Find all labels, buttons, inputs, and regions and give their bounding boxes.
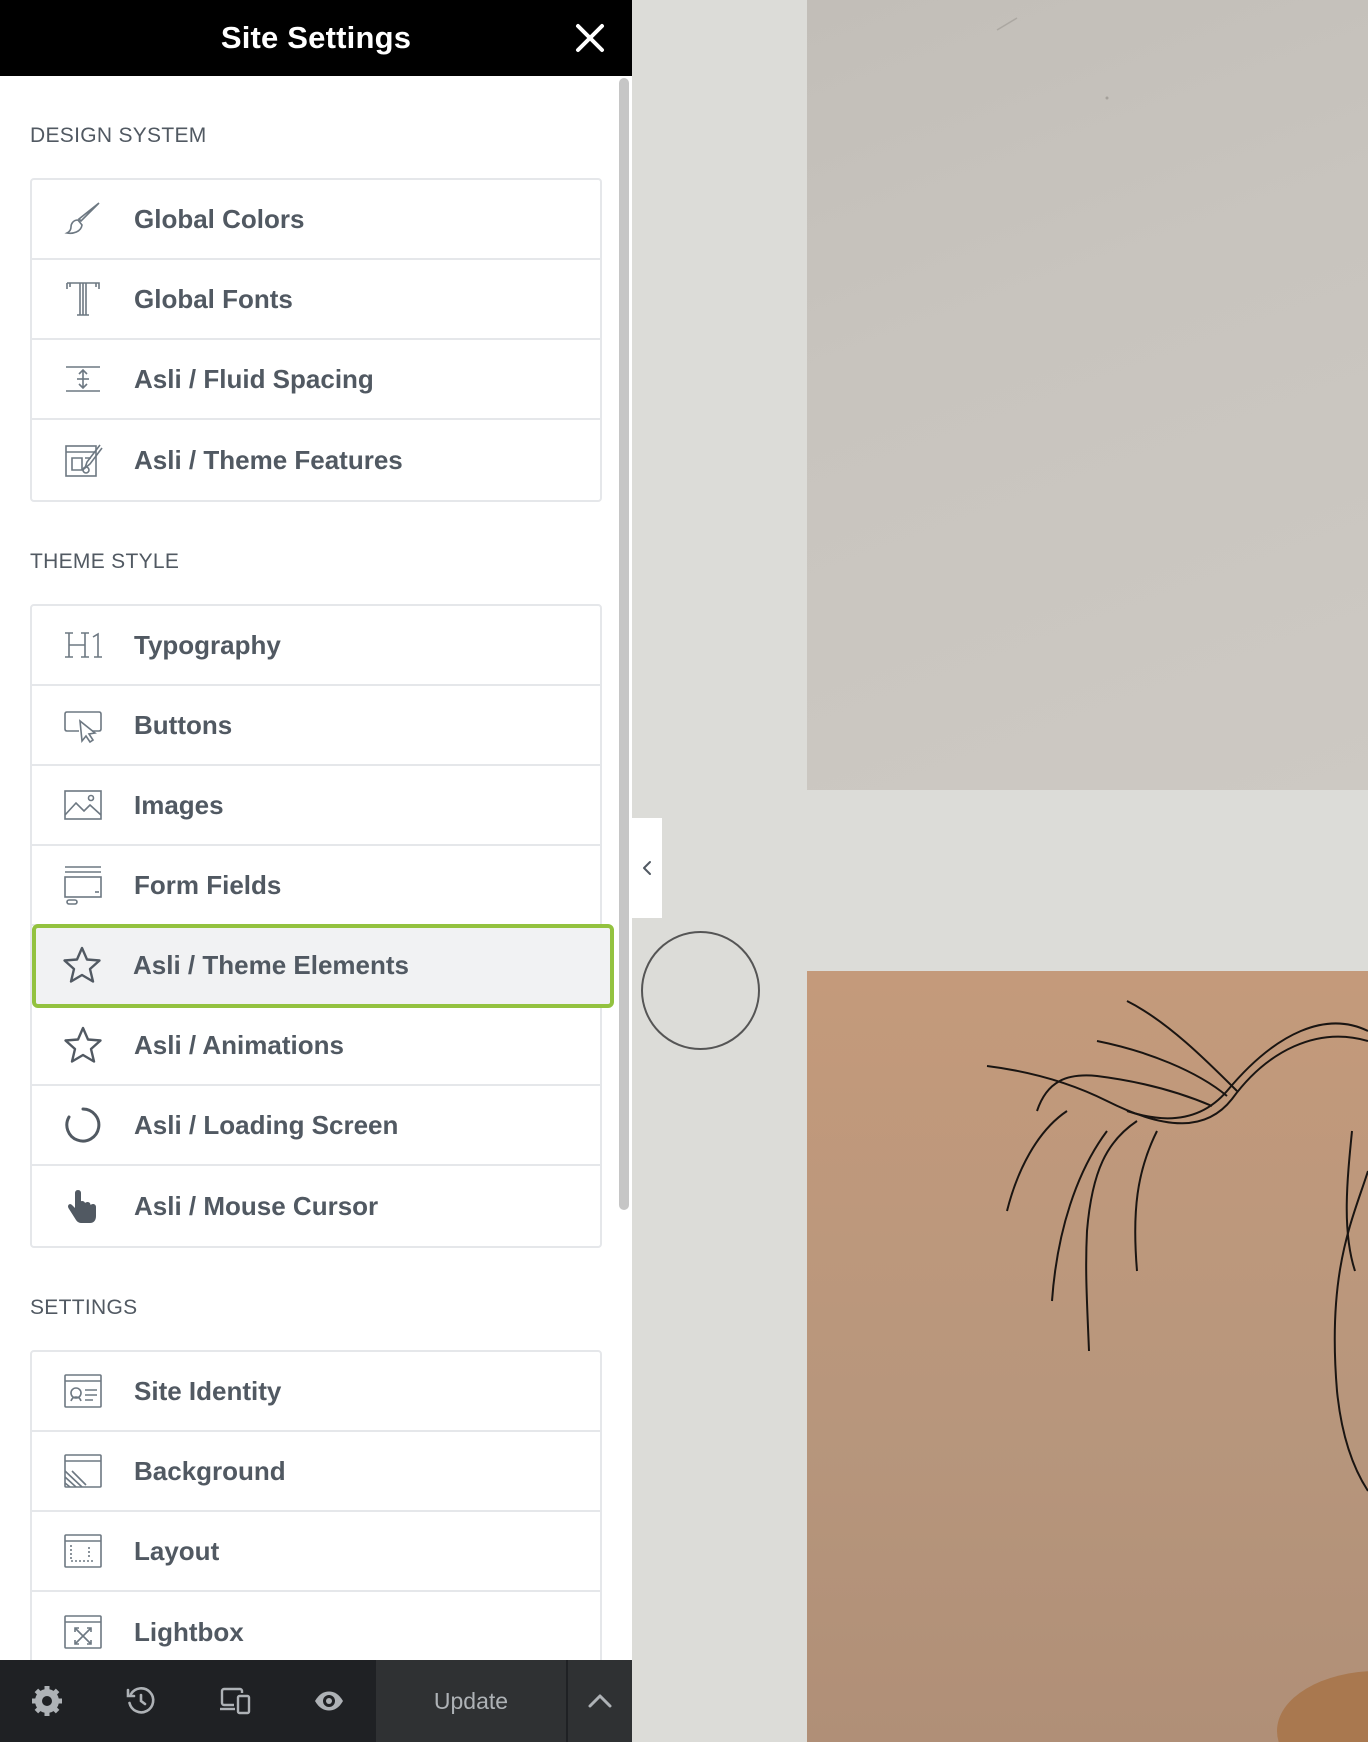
menu-item-label: Images [134, 789, 224, 820]
panel-title: Site Settings [220, 20, 412, 55]
loading-icon [62, 1104, 104, 1146]
menu-item-label: Asli / Fluid Spacing [134, 363, 374, 394]
save-options-button[interactable] [568, 1660, 632, 1742]
menu-item-label: Layout [134, 1535, 220, 1566]
menu-item-label: Site Identity [134, 1375, 282, 1406]
gear-icon [32, 1686, 62, 1716]
menu-item-label: Global Fonts [134, 283, 293, 314]
menu-item-label: Asli / Loading Screen [134, 1109, 399, 1140]
preview-image-portrait [807, 971, 1368, 1742]
scrollbar-thumb[interactable] [619, 78, 629, 1210]
background-icon [62, 1450, 104, 1492]
history-icon [126, 1687, 155, 1714]
theme-style-group: Typography Buttons Images Form Fields As… [30, 604, 614, 1248]
panel-footer: Update [0, 1660, 632, 1742]
menu-item-loading-screen[interactable]: Asli / Loading Screen [32, 1086, 600, 1166]
menu-item-images[interactable]: Images [32, 766, 600, 846]
menu-item-label: Buttons [134, 709, 233, 740]
preview-image-wall [807, 0, 1368, 790]
menu-item-theme-elements[interactable]: Asli / Theme Elements [32, 924, 614, 1008]
update-button[interactable]: Update [376, 1660, 566, 1742]
lightbox-icon [62, 1611, 104, 1653]
menu-item-form-fields[interactable]: Form Fields [32, 846, 600, 926]
button-cursor-icon [62, 704, 104, 746]
section-title-settings: SETTINGS [30, 1296, 138, 1319]
paintbrush-icon [62, 198, 104, 240]
custom-cursor-circle [641, 931, 760, 1050]
design-system-group: Global Colors Global Fonts Asli / Fluid … [30, 178, 602, 502]
settings-group: Site Identity Background Layout Lightbox [30, 1350, 602, 1660]
chevron-left-icon [643, 861, 651, 875]
form-fields-icon [62, 864, 104, 906]
chevron-up-icon [588, 1694, 612, 1708]
menu-item-label: Asli / Animations [134, 1029, 344, 1060]
star-icon [61, 944, 103, 986]
spacing-icon [62, 358, 104, 400]
page-preview [632, 0, 1368, 1742]
responsive-mode-button[interactable] [188, 1660, 282, 1742]
close-icon [576, 24, 604, 52]
history-button[interactable] [94, 1660, 188, 1742]
menu-item-label: Form Fields [134, 869, 282, 900]
image-icon [62, 784, 104, 826]
star-icon [62, 1024, 104, 1066]
menu-item-typography[interactable]: Typography [32, 606, 600, 686]
menu-item-label: Lightbox [134, 1616, 244, 1647]
section-title-design-system: DESIGN SYSTEM [30, 124, 207, 147]
h1-icon [62, 624, 104, 666]
menu-item-label: Background [134, 1455, 286, 1486]
collapse-panel-toggle[interactable] [632, 818, 662, 918]
site-settings-panel: Site Settings DESIGN SYSTEM Global Color… [0, 0, 632, 1742]
menu-item-label: Typography [134, 629, 281, 660]
typeface-icon [62, 278, 104, 320]
site-identity-icon [62, 1370, 104, 1412]
menu-item-global-fonts[interactable]: Global Fonts [32, 260, 600, 340]
menu-item-lightbox[interactable]: Lightbox [32, 1592, 600, 1660]
menu-item-layout[interactable]: Layout [32, 1512, 600, 1592]
theme-features-icon [62, 439, 104, 481]
responsive-icon [220, 1687, 251, 1715]
menu-item-label: Asli / Theme Features [134, 444, 403, 475]
panel-header: Site Settings [0, 0, 632, 76]
menu-item-animations[interactable]: Asli / Animations [32, 1006, 600, 1086]
menu-item-mouse-cursor[interactable]: Asli / Mouse Cursor [32, 1166, 600, 1246]
panel-body: DESIGN SYSTEM Global Colors Global Fonts… [0, 76, 632, 1660]
menu-item-theme-features[interactable]: Asli / Theme Features [32, 420, 600, 500]
preview-button[interactable] [282, 1660, 376, 1742]
section-title-theme-style: THEME STYLE [30, 550, 180, 573]
settings-button[interactable] [0, 1660, 94, 1742]
menu-item-label: Global Colors [134, 203, 305, 234]
pointer-hand-icon [62, 1185, 104, 1227]
menu-item-global-colors[interactable]: Global Colors [32, 180, 600, 260]
menu-item-fluid-spacing[interactable]: Asli / Fluid Spacing [32, 340, 600, 420]
menu-item-label: Asli / Theme Elements [133, 949, 409, 980]
menu-item-background[interactable]: Background [32, 1432, 600, 1512]
eye-icon [315, 1691, 343, 1711]
close-button[interactable] [568, 16, 612, 60]
menu-item-buttons[interactable]: Buttons [32, 686, 600, 766]
menu-item-label: Asli / Mouse Cursor [134, 1190, 379, 1221]
menu-item-site-identity[interactable]: Site Identity [32, 1352, 600, 1432]
layout-icon [62, 1530, 104, 1572]
panel-scrollbar[interactable] [619, 76, 629, 1660]
